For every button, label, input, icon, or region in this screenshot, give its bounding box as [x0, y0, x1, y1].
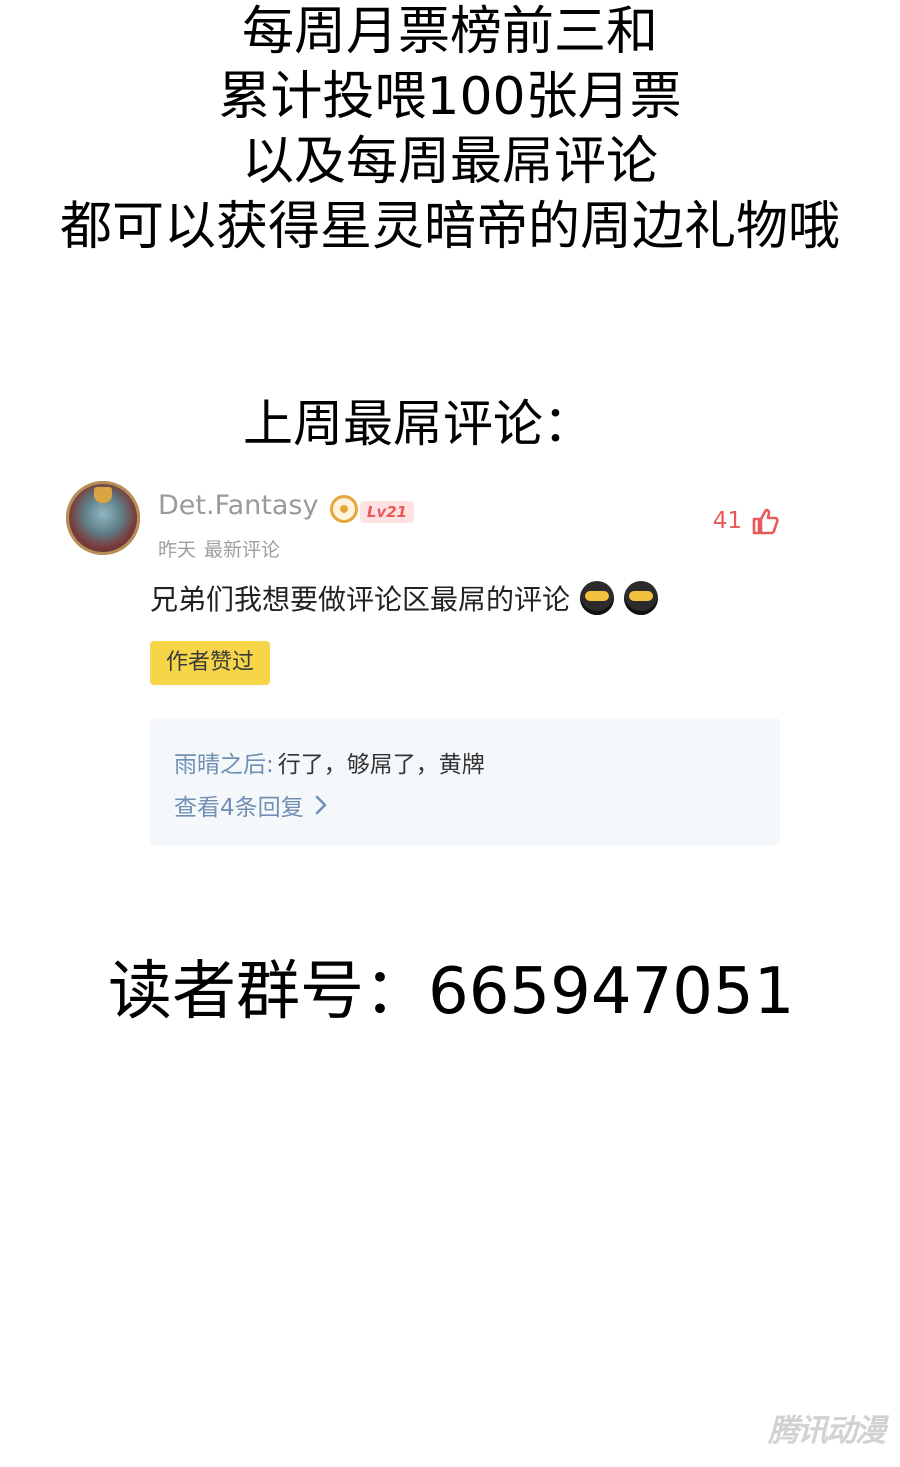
like-button[interactable]: 41 — [713, 503, 780, 539]
view-replies-link[interactable]: 查看4条回复 — [174, 788, 328, 822]
chevron-right-icon — [315, 795, 326, 815]
section-title: 上周最屌评论： — [243, 395, 593, 453]
laughing-emoji-icon — [580, 581, 615, 615]
laughing-emoji-icon — [624, 581, 659, 615]
thumb-up-icon — [752, 508, 779, 535]
level-ring-icon — [330, 495, 358, 523]
comment-username[interactable]: Det.Fantasy — [158, 490, 318, 521]
reply-line: 雨晴之后: 行了，够屌了，黄牌 — [174, 745, 485, 779]
author-liked-badge: 作者赞过 — [150, 641, 271, 685]
reply-preview[interactable]: 雨晴之后: 行了，够屌了，黄牌 查看4条回复 — [150, 718, 780, 845]
comment-label: 最新评论 — [204, 539, 281, 561]
avatar-crest-icon — [94, 487, 112, 503]
reply-username[interactable]: 雨晴之后 — [174, 752, 266, 778]
reply-colon: : — [266, 752, 274, 778]
reader-group-number: 读者群号：665947051 — [108, 955, 795, 1029]
promo-banner: 每周月票榜前三和 累计投喂100张月票 以及每周最屌评论 都可以获得星灵暗帝的周… — [0, 0, 900, 260]
comment-time: 昨天 — [158, 539, 197, 561]
avatar[interactable] — [66, 481, 140, 555]
comment-meta: 昨天 最新评论 — [158, 535, 280, 562]
reply-content: 行了，够屌了，黄牌 — [277, 752, 485, 778]
level-tag: Lv21 — [360, 501, 414, 523]
watermark-text: 腾讯动漫 — [768, 1413, 886, 1449]
tencent-comics-watermark: 腾讯动漫 — [744, 1411, 886, 1451]
comment-card: Det.Fantasy Lv21 昨天 最新评论 41 兄弟们我想要做评论区最屌的… — [62, 475, 792, 855]
promo-line-2: 累计投喂100张月票 — [218, 67, 682, 127]
promo-line-1: 每周月票榜前三和 — [241, 2, 658, 62]
comment-body: 兄弟们我想要做评论区最屌的评论 — [150, 578, 659, 618]
promo-line-3: 以及每周最屌评论 — [241, 132, 658, 192]
comment-text: 兄弟们我想要做评论区最屌的评论 — [150, 583, 571, 616]
view-replies-label: 查看4条回复 — [174, 795, 304, 821]
promo-line-4: 都可以获得星灵暗帝的周边礼物哦 — [59, 197, 840, 257]
level-badge: Lv21 — [330, 491, 430, 525]
like-count: 41 — [712, 508, 742, 534]
